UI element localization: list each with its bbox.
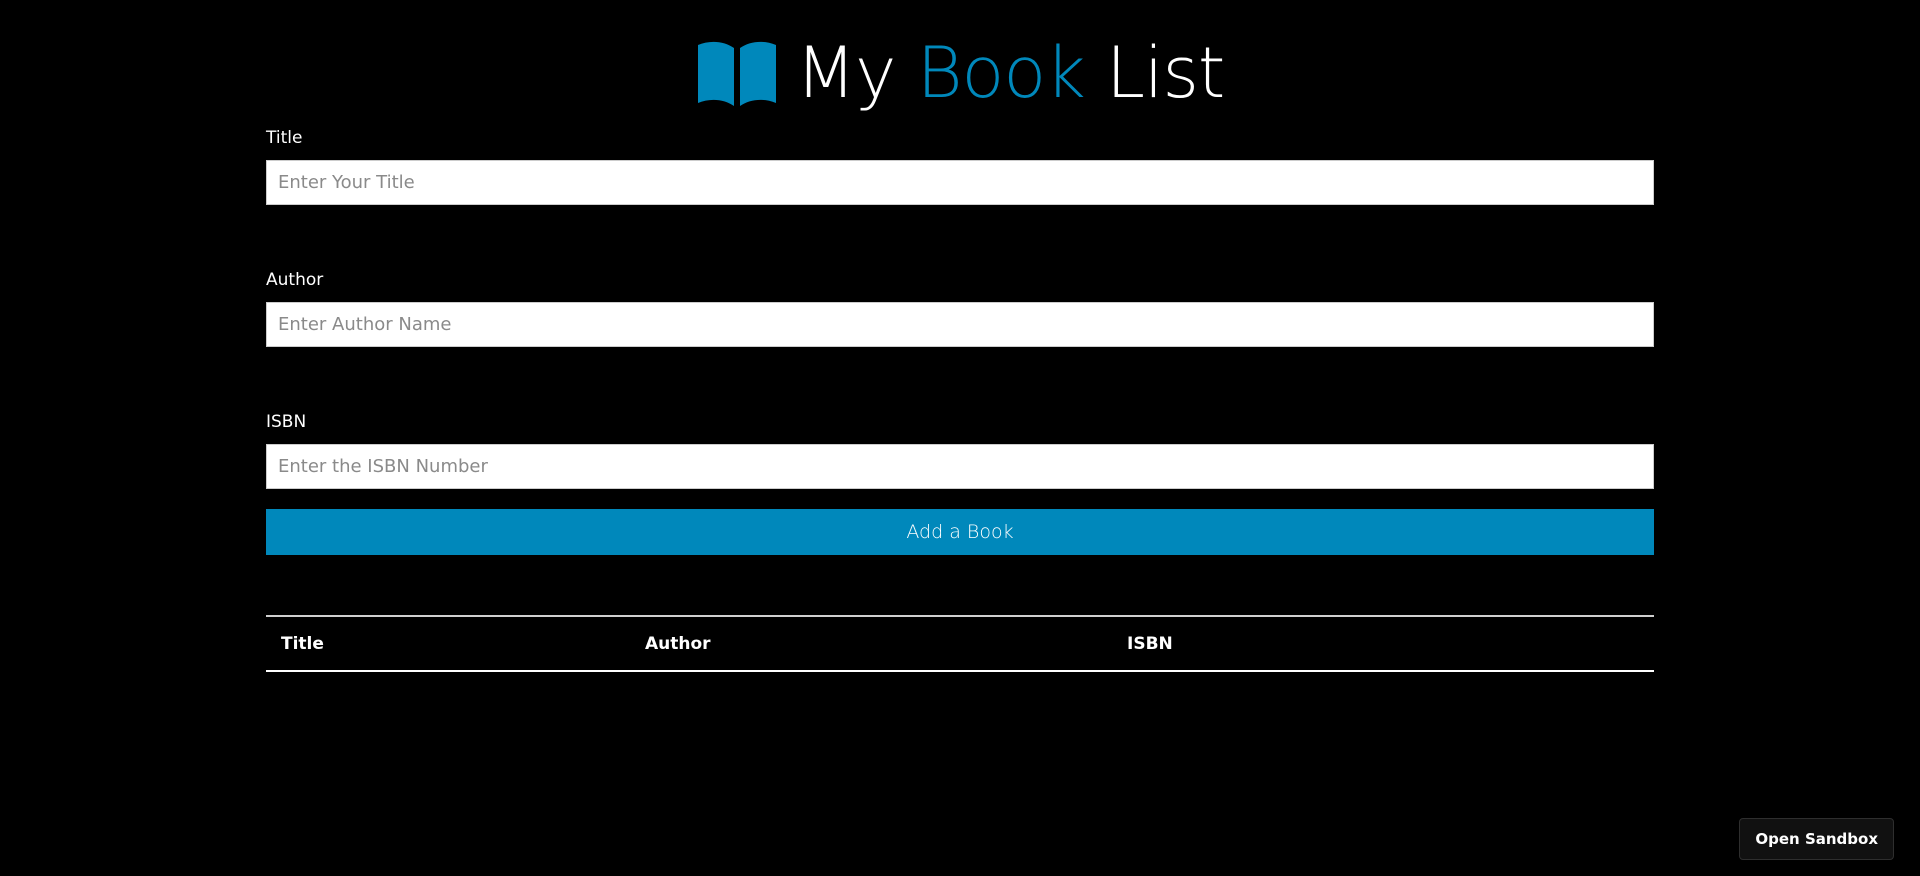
column-header-title: Title — [266, 615, 630, 672]
book-form-container: Title Author ISBN Add a Book Title Autho… — [266, 126, 1654, 672]
title-label: Title — [266, 128, 303, 148]
author-field-group: Author — [266, 268, 1654, 347]
page-title: My Book List — [795, 30, 1226, 116]
table-header-row: Title Author ISBN — [266, 615, 1654, 672]
book-form: Title Author ISBN Add a Book — [266, 126, 1654, 555]
isbn-label: ISBN — [266, 412, 307, 432]
author-input[interactable] — [266, 302, 1654, 347]
column-header-isbn: ISBN — [1112, 615, 1654, 672]
title-list: List — [1106, 32, 1225, 114]
title-my: My — [795, 32, 897, 114]
author-label: Author — [266, 270, 324, 290]
add-book-button[interactable]: Add a Book — [266, 509, 1654, 555]
header: My Book List — [0, 30, 1920, 116]
isbn-input[interactable] — [266, 444, 1654, 489]
title-field-group: Title — [266, 126, 1654, 205]
title-book: Book — [916, 32, 1086, 114]
title-input[interactable] — [266, 160, 1654, 205]
book-table: Title Author ISBN — [266, 615, 1654, 672]
column-header-author: Author — [630, 615, 1112, 672]
open-book-icon — [697, 41, 776, 106]
open-sandbox-button[interactable]: Open Sandbox — [1739, 818, 1894, 860]
book-table-header: Title Author ISBN — [266, 615, 1654, 672]
page: My Book List Title Author ISBN Add a Boo… — [0, 0, 1920, 876]
isbn-field-group: ISBN — [266, 410, 1654, 489]
